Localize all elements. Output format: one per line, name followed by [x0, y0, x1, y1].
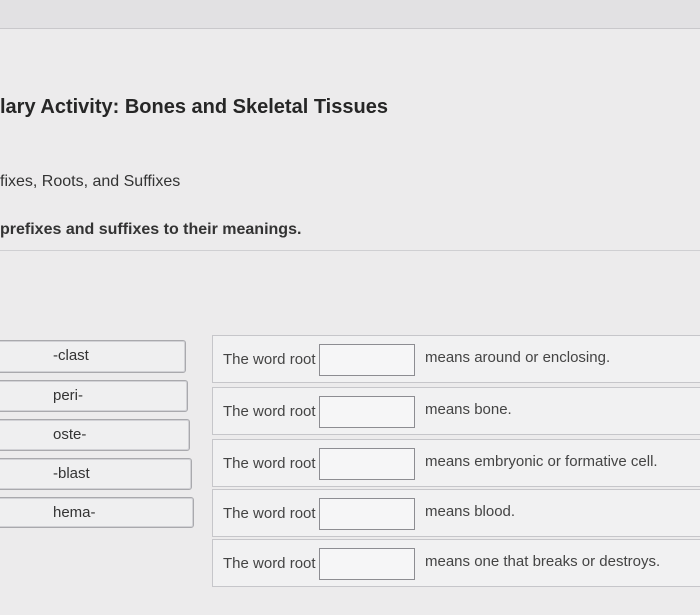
drop-zone[interactable]	[319, 396, 415, 428]
term-label: -blast	[53, 465, 90, 482]
term-label: oste-	[53, 426, 87, 443]
row-meaning: means around or enclosing.	[425, 349, 611, 366]
match-row: The word root means one that breaks or d…	[212, 539, 700, 587]
row-meaning: means bone.	[425, 401, 512, 418]
section-subtitle: fixes, Roots, and Suffixes	[0, 173, 181, 190]
row-prefix: The word root	[223, 505, 316, 522]
match-row: The word root means embryonic or formati…	[212, 439, 700, 487]
draggable-term-oste[interactable]: oste-	[0, 419, 190, 451]
top-bar	[0, 0, 700, 29]
instruction-text: prefixes and suffixes to their meanings.	[0, 221, 302, 238]
row-prefix: The word root	[223, 555, 316, 572]
term-label: peri-	[53, 387, 84, 404]
row-prefix: The word root	[223, 351, 316, 368]
match-row: The word root means bone.	[212, 387, 700, 435]
term-label: -clast	[53, 347, 89, 364]
drop-zone[interactable]	[319, 498, 415, 530]
row-prefix: The word root	[223, 455, 316, 472]
row-meaning: means blood.	[425, 503, 516, 520]
draggable-term-hema[interactable]: hema-	[0, 497, 194, 528]
drop-zone[interactable]	[319, 548, 415, 580]
term-label: hema-	[53, 504, 96, 521]
row-meaning: means one that breaks or destroys.	[425, 553, 661, 570]
page-title: lary Activity: Bones and Skeletal Tissue…	[0, 96, 388, 118]
draggable-term-peri[interactable]: peri-	[0, 380, 188, 412]
draggable-term-blast[interactable]: -blast	[0, 458, 192, 490]
drop-zone[interactable]	[319, 448, 415, 480]
divider	[0, 250, 700, 251]
drop-zone[interactable]	[319, 344, 415, 376]
draggable-term-clast[interactable]: -clast	[0, 340, 186, 373]
match-row: The word root means blood.	[212, 489, 700, 537]
match-row: The word root means around or enclosing.	[212, 335, 700, 383]
row-prefix: The word root	[223, 403, 316, 420]
row-meaning: means embryonic or formative cell.	[425, 453, 658, 470]
